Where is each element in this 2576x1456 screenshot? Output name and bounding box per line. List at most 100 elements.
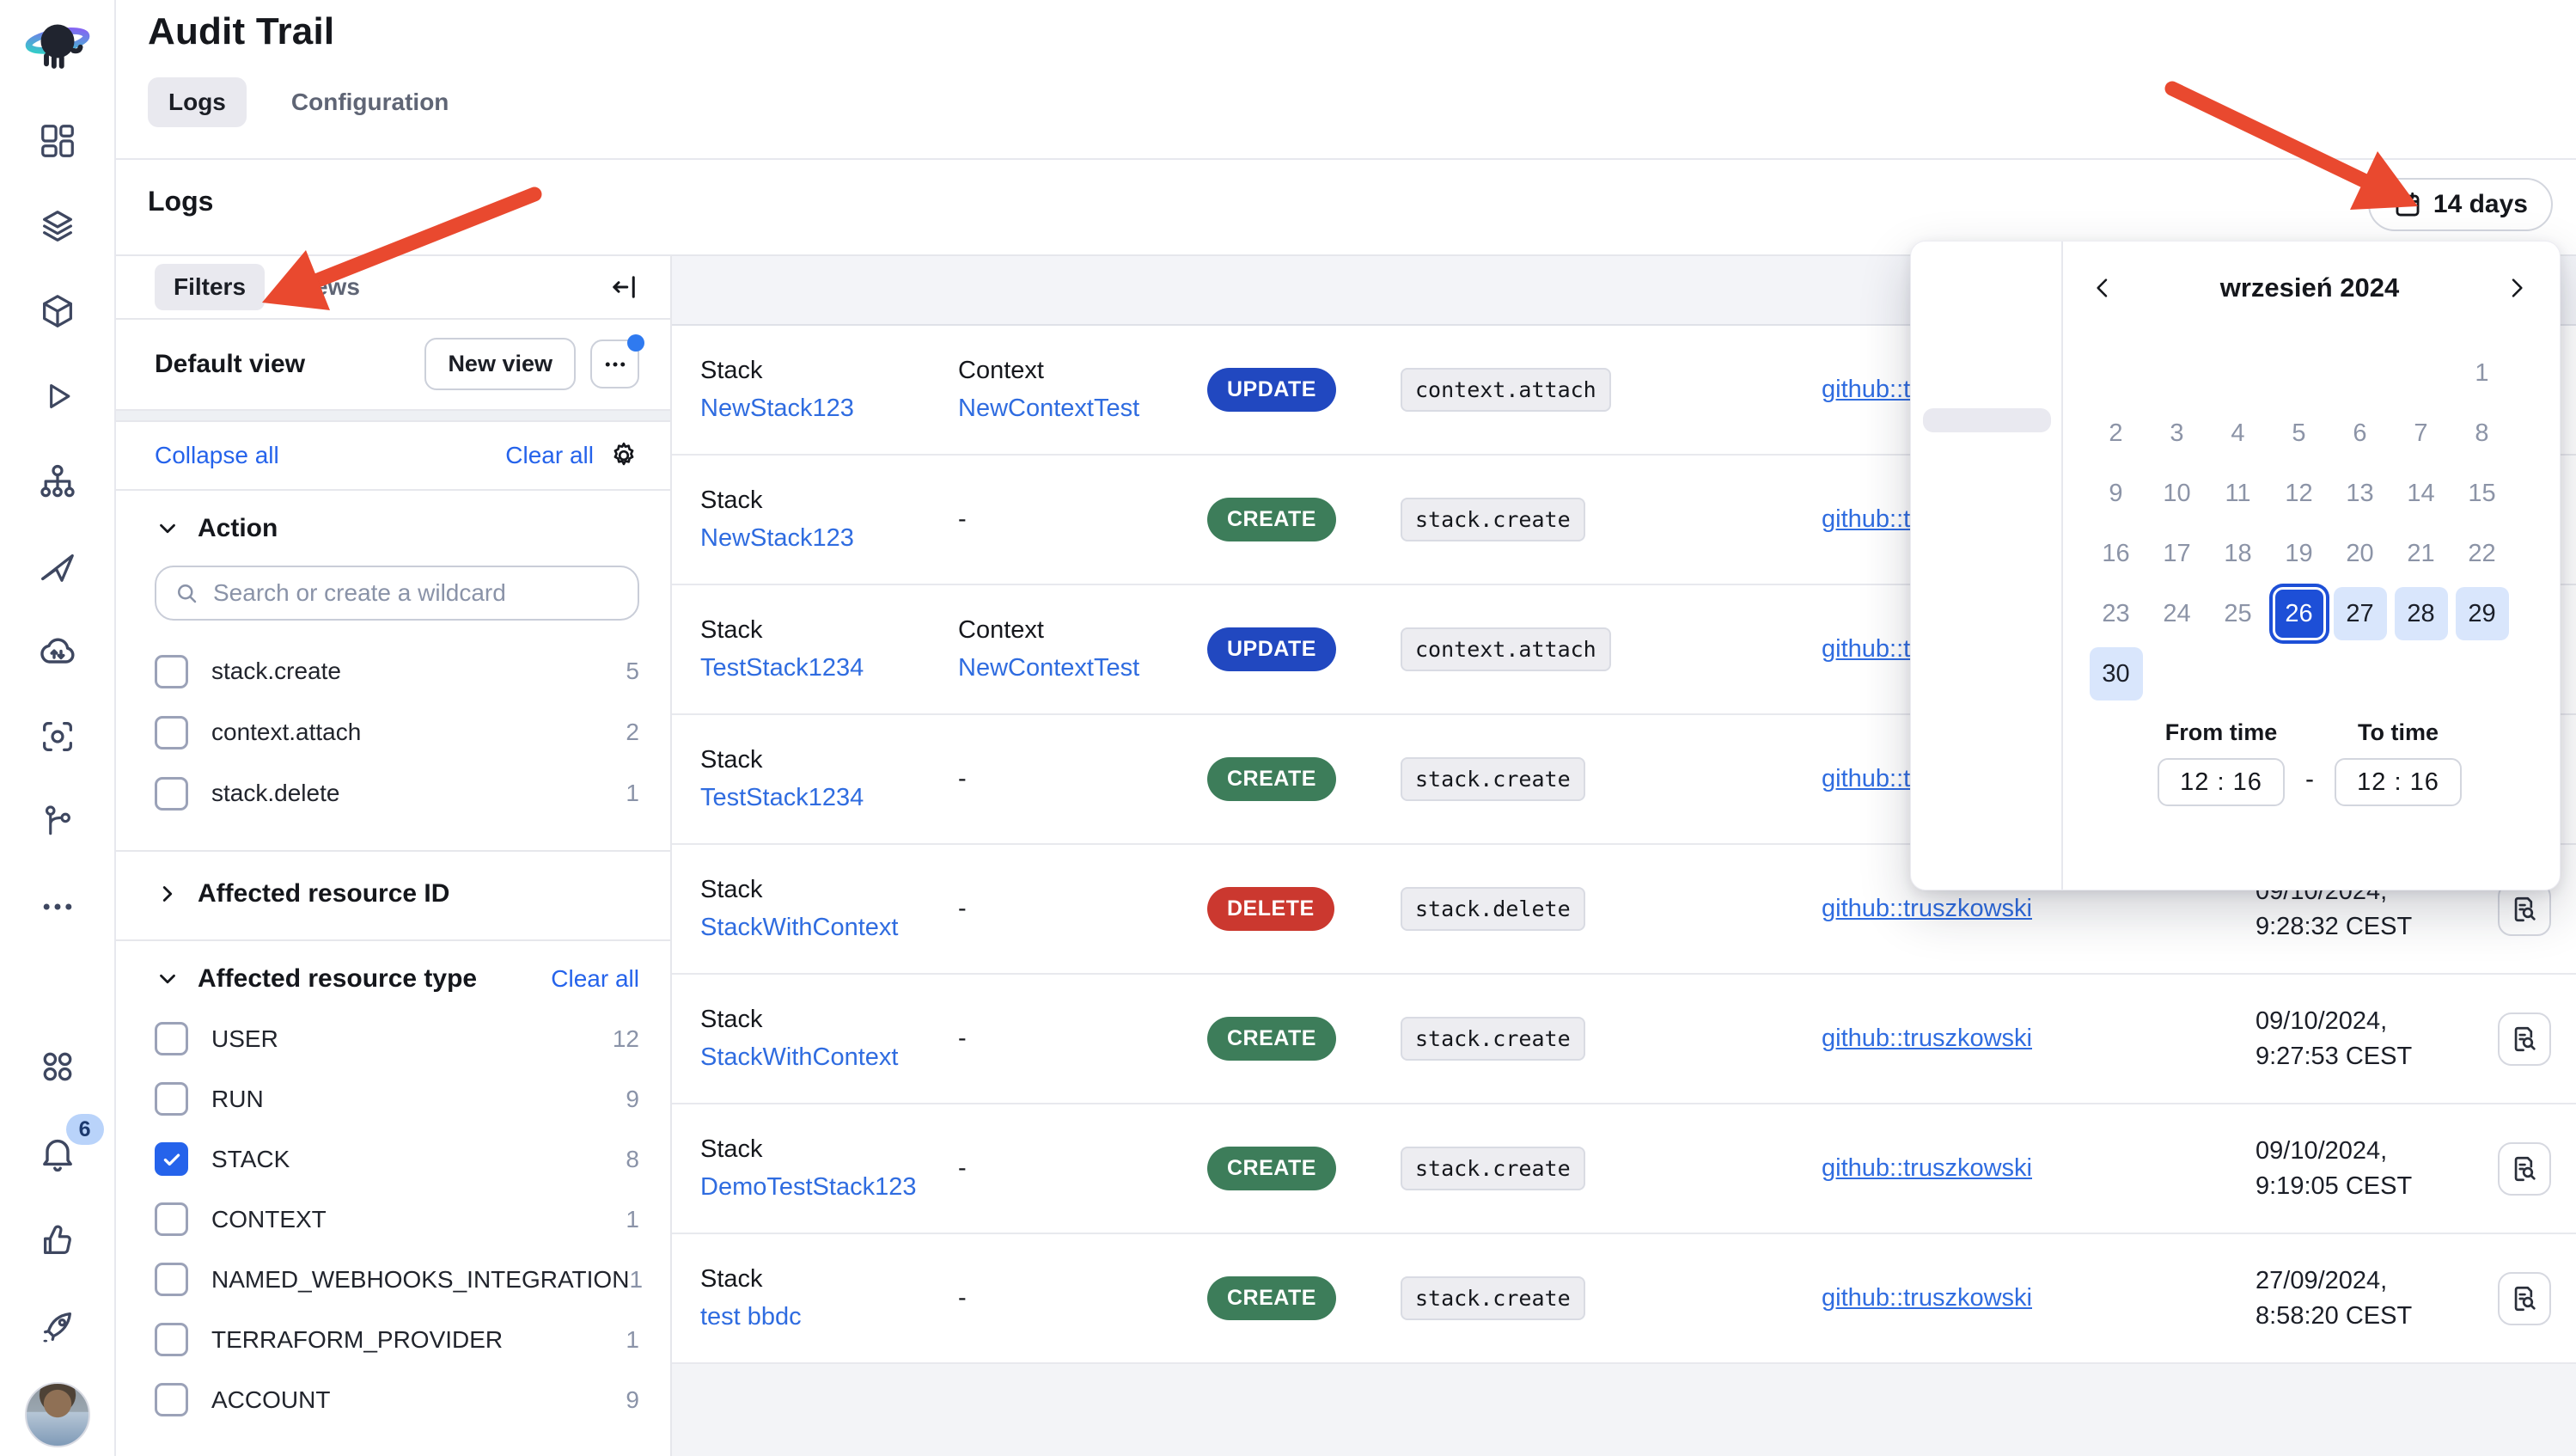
tab-logs[interactable]: Logs — [148, 77, 247, 127]
sidebar-item-source-code[interactable] — [0, 779, 115, 864]
chevron-left-icon[interactable] — [2085, 271, 2120, 305]
clear-all-link[interactable]: Clear all — [551, 965, 639, 993]
calendar-day[interactable]: 2 — [2090, 407, 2143, 460]
sidebar-item-blueprints[interactable] — [0, 268, 115, 353]
calendar-day[interactable]: 24 — [2151, 587, 2204, 640]
user-avatar[interactable] — [25, 1382, 90, 1447]
calendar-day[interactable]: 10 — [2151, 467, 2204, 520]
filter-option-row[interactable]: stack.create 5 — [155, 641, 639, 702]
resource-link[interactable]: NewContextTest — [958, 654, 1207, 682]
range-preset[interactable] — [1923, 303, 2051, 327]
sidebar-item-feedback[interactable] — [0, 1196, 115, 1283]
checkbox[interactable] — [155, 1202, 188, 1236]
calendar-day[interactable]: 5 — [2273, 407, 2326, 460]
calendar-day[interactable]: 18 — [2212, 527, 2265, 580]
calendar-day[interactable]: 20 — [2334, 527, 2387, 580]
checkbox[interactable] — [155, 1082, 188, 1116]
calendar-day[interactable]: 16 — [2090, 527, 2143, 580]
from-time-input[interactable] — [2158, 758, 2285, 806]
action-section-header[interactable]: Action — [155, 514, 639, 543]
gear-icon[interactable] — [608, 440, 639, 471]
created-by-link[interactable]: github::truszkowski — [1822, 1284, 2032, 1312]
resource-link[interactable]: DemoTestStack123 — [700, 1173, 958, 1202]
calendar-day[interactable]: 1 — [2456, 346, 2509, 400]
sidebar-item-worker-pools[interactable] — [0, 523, 115, 609]
to-time-input[interactable] — [2335, 758, 2462, 806]
filter-option-row[interactable]: USER 12 — [155, 1009, 639, 1069]
tab-configuration[interactable]: Configuration — [271, 77, 470, 127]
resource-link[interactable]: StackWithContext — [700, 914, 958, 942]
sidebar-item-spaces[interactable] — [0, 438, 115, 523]
created-by-link[interactable]: github::truszkowski — [1822, 1025, 2032, 1052]
calendar-day[interactable]: 28 — [2395, 587, 2448, 640]
calendar-day[interactable]: 6 — [2334, 407, 2387, 460]
spacelift-logo[interactable] — [24, 12, 91, 79]
resource-link[interactable]: NewStack123 — [700, 524, 958, 553]
created-by-link[interactable]: github::truszkowski — [1822, 895, 2032, 922]
view-menu-button[interactable] — [590, 340, 639, 388]
calendar-day[interactable]: 17 — [2151, 527, 2204, 580]
checkbox[interactable] — [155, 1263, 188, 1296]
range-preset[interactable] — [1923, 267, 2051, 291]
calendar-day[interactable]: 26 — [2273, 587, 2326, 640]
checkbox[interactable] — [155, 716, 188, 749]
sidebar-item-cloud-integrations[interactable] — [0, 609, 115, 694]
resource-link[interactable]: NewStack123 — [700, 395, 958, 423]
sidebar-item-notifications[interactable]: 6 — [0, 1110, 115, 1196]
calendar-day[interactable]: 4 — [2212, 407, 2265, 460]
calendar-day[interactable]: 8 — [2456, 407, 2509, 460]
range-preset[interactable] — [1923, 338, 2051, 362]
calendar-day[interactable]: 22 — [2456, 527, 2509, 580]
range-preset[interactable] — [1923, 408, 2051, 432]
checkbox[interactable] — [155, 1022, 188, 1055]
calendar-day[interactable]: 13 — [2334, 467, 2387, 520]
resource-id-section-header[interactable]: Affected resource ID — [155, 879, 639, 908]
resource-link[interactable]: test bbdc — [700, 1303, 958, 1331]
tab-filters[interactable]: Filters — [155, 264, 265, 310]
sidebar-item-apps[interactable] — [0, 1023, 115, 1110]
view-log-button[interactable] — [2498, 1142, 2551, 1196]
calendar-day[interactable]: 29 — [2456, 587, 2509, 640]
calendar-day[interactable]: 3 — [2151, 407, 2204, 460]
calendar-day[interactable]: 7 — [2395, 407, 2448, 460]
calendar-day[interactable]: 14 — [2395, 467, 2448, 520]
calendar-day[interactable]: 27 — [2334, 587, 2387, 640]
calendar-day[interactable]: 19 — [2273, 527, 2326, 580]
created-by-link[interactable]: github::truszkowski — [1822, 1154, 2032, 1182]
resource-link[interactable]: StackWithContext — [700, 1043, 958, 1072]
calendar-day[interactable]: 11 — [2212, 467, 2265, 520]
clear-all-link[interactable]: Clear all — [505, 442, 594, 469]
filter-option-row[interactable]: stack.delete 1 — [155, 763, 639, 824]
tab-views[interactable]: Views — [273, 264, 379, 310]
view-log-button[interactable] — [2498, 1272, 2551, 1325]
date-range-button[interactable]: 14 days — [2368, 178, 2553, 231]
calendar-day[interactable]: 12 — [2273, 467, 2326, 520]
checkbox[interactable] — [155, 1383, 188, 1416]
filter-option-row[interactable]: context.attach 2 — [155, 702, 639, 763]
checkbox[interactable] — [155, 655, 188, 688]
chevron-right-icon[interactable] — [2500, 271, 2534, 305]
sidebar-item-dashboard[interactable] — [0, 98, 115, 183]
checkbox[interactable] — [155, 1323, 188, 1356]
sidebar-item-resources[interactable] — [0, 694, 115, 779]
filter-option-row[interactable]: TERRAFORM_PROVIDER 1 — [155, 1310, 639, 1370]
resource-link[interactable]: TestStack1234 — [700, 784, 958, 812]
checkbox[interactable] — [155, 1142, 188, 1176]
resource-link[interactable]: NewContextTest — [958, 395, 1207, 423]
resource-type-section-header[interactable]: Affected resource type Clear all — [155, 964, 639, 994]
filter-option-row[interactable]: ACCOUNT 9 — [155, 1370, 639, 1430]
sidebar-item-more[interactable] — [0, 864, 115, 949]
view-log-button[interactable] — [2498, 1012, 2551, 1066]
calendar-day[interactable]: 23 — [2090, 587, 2143, 640]
filter-option-row[interactable]: RUN 9 — [155, 1069, 639, 1129]
checkbox[interactable] — [155, 777, 188, 811]
calendar-day[interactable]: 30 — [2090, 647, 2143, 700]
sidebar-item-runs[interactable] — [0, 353, 115, 438]
sidebar-item-launchpad[interactable] — [0, 1283, 115, 1370]
action-search-input[interactable] — [213, 579, 620, 607]
range-preset[interactable] — [1923, 373, 2051, 397]
calendar-day[interactable]: 21 — [2395, 527, 2448, 580]
collapse-all-link[interactable]: Collapse all — [155, 442, 279, 469]
new-view-button[interactable]: New view — [424, 338, 576, 390]
filter-option-row[interactable]: STACK 8 — [155, 1129, 639, 1190]
